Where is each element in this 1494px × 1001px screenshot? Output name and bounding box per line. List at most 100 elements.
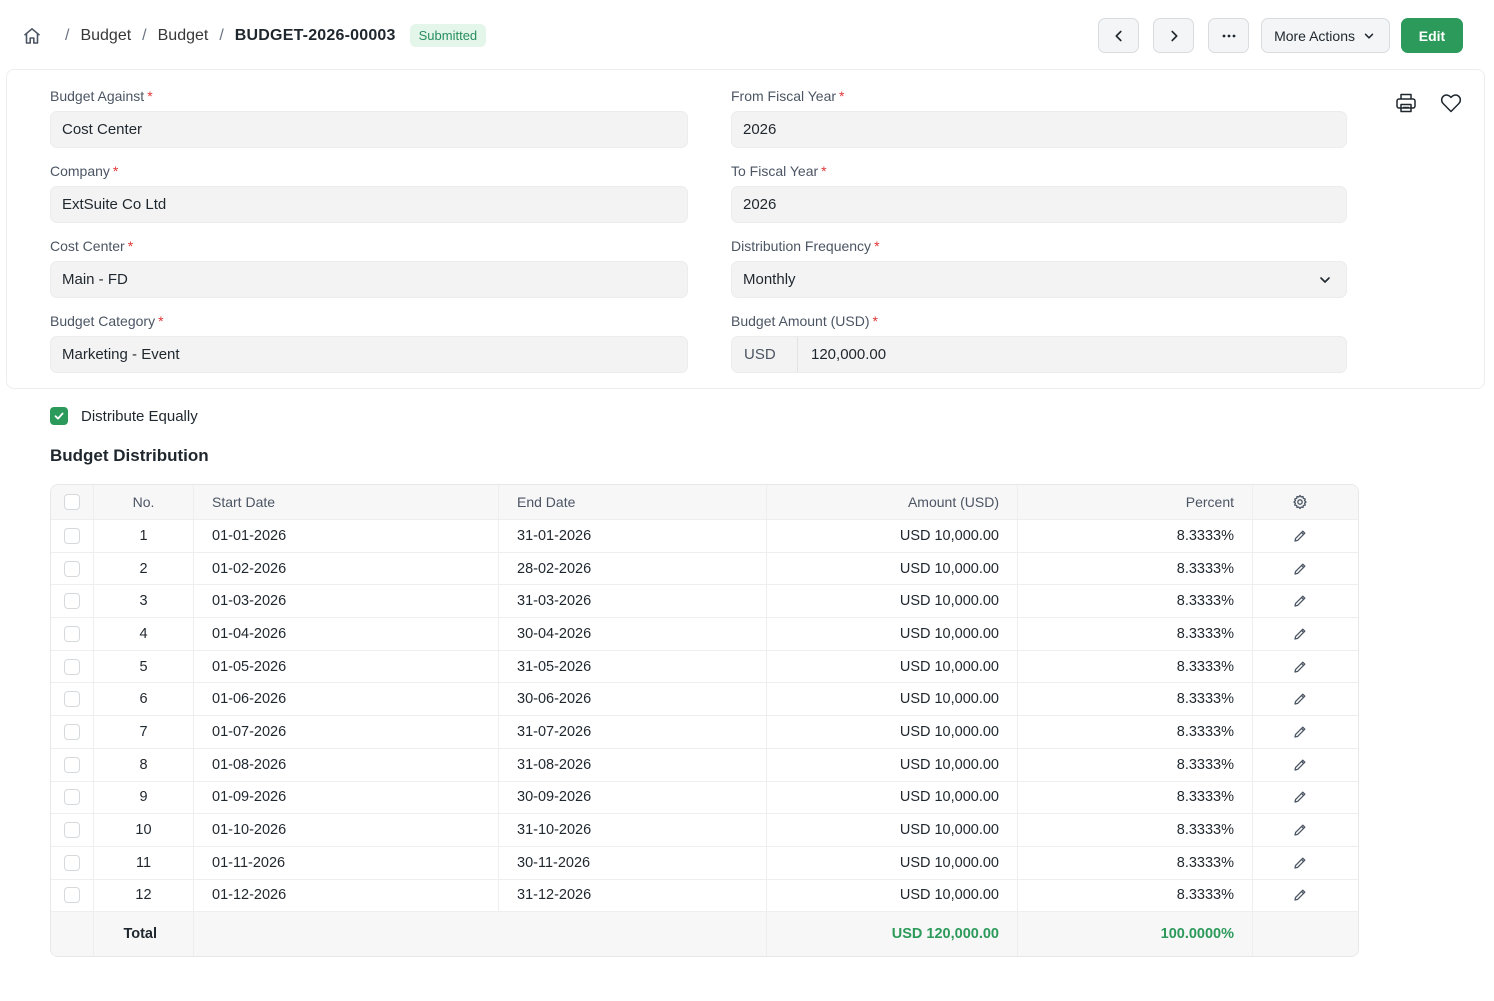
heart-icon[interactable] [1438,90,1464,116]
row-percent[interactable]: 8.3333% [1018,781,1253,814]
row-checkbox[interactable] [64,658,80,675]
edit-pencil-icon[interactable] [1293,856,1307,870]
row-amount[interactable]: USD 10,000.00 [767,650,1018,683]
from-fiscal-year-field[interactable]: 2026 [731,111,1347,148]
row-percent[interactable]: 8.3333% [1018,716,1253,748]
row-percent[interactable]: 8.3333% [1018,683,1253,716]
table-row[interactable]: 12 01-12-2026 31-12-2026 USD 10,000.00 8.333… [51,879,1358,913]
row-checkbox[interactable] [64,854,80,871]
row-percent[interactable]: 8.3333% [1018,846,1253,879]
row-start-date[interactable]: 01-05-2026 [194,650,499,683]
next-button[interactable] [1153,18,1195,53]
previous-button[interactable] [1098,18,1140,53]
row-amount[interactable]: USD 10,000.00 [767,716,1018,748]
edit-pencil-icon[interactable] [1293,562,1307,576]
row-end-date[interactable]: 31-01-2026 [499,520,767,552]
row-checkbox[interactable] [64,527,80,544]
distribute-equally-checkbox[interactable]: Distribute Equally [50,407,198,425]
row-amount[interactable]: USD 10,000.00 [767,585,1018,618]
row-start-date[interactable]: 01-09-2026 [194,781,499,814]
edit-pencil-icon[interactable] [1293,660,1307,674]
table-row[interactable]: 8 01-08-2026 31-08-2026 USD 10,000.00 8.3333… [51,748,1358,782]
row-end-date[interactable]: 31-03-2026 [499,585,767,618]
table-row[interactable]: 2 01-02-2026 28-02-2026 USD 10,000.00 8.3333… [51,552,1358,586]
edit-pencil-icon[interactable] [1293,529,1307,543]
checkbox-checked-icon[interactable] [50,407,68,425]
table-row[interactable]: 7 01-07-2026 31-07-2026 USD 10,000.00 8.3333… [51,716,1358,749]
row-end-date[interactable]: 31-08-2026 [499,748,767,781]
menu-button[interactable] [1208,18,1250,53]
row-start-date[interactable]: 01-06-2026 [194,683,499,716]
row-start-date[interactable]: 01-04-2026 [194,618,499,650]
row-end-date[interactable]: 31-10-2026 [499,814,767,846]
table-row[interactable]: 3 01-03-2026 31-03-2026 USD 10,000.00 8.3333… [51,585,1358,619]
gear-icon[interactable] [1292,494,1308,510]
row-amount[interactable]: USD 10,000.00 [767,520,1018,552]
table-row[interactable]: 6 01-06-2026 30-06-2026 USD 10,000.00 8.3333… [51,683,1358,717]
row-start-date[interactable]: 01-07-2026 [194,716,499,748]
table-row[interactable]: 10 01-10-2026 31-10-2026 USD 10,000.00 8.333… [51,814,1358,847]
row-end-date[interactable]: 30-06-2026 [499,683,767,716]
row-checkbox[interactable] [64,756,80,773]
row-start-date[interactable]: 01-01-2026 [194,520,499,552]
row-start-date[interactable]: 01-10-2026 [194,814,499,846]
distribution-frequency-select[interactable]: Monthly [731,261,1347,298]
edit-pencil-icon[interactable] [1293,594,1307,608]
to-fiscal-year-field[interactable]: 2026 [731,186,1347,223]
edit-pencil-icon[interactable] [1293,692,1307,706]
home-icon[interactable] [22,26,42,46]
breadcrumb-budget-list[interactable]: Budget [158,27,209,45]
row-amount[interactable]: USD 10,000.00 [767,618,1018,650]
row-checkbox[interactable] [64,887,80,904]
row-percent[interactable]: 8.3333% [1018,748,1253,781]
edit-pencil-icon[interactable] [1293,888,1307,902]
row-checkbox[interactable] [64,625,80,642]
row-end-date[interactable]: 30-04-2026 [499,618,767,650]
row-amount[interactable]: USD 10,000.00 [767,748,1018,781]
row-percent[interactable]: 8.3333% [1018,585,1253,618]
row-end-date[interactable]: 30-11-2026 [499,846,767,879]
row-percent[interactable]: 8.3333% [1018,814,1253,846]
company-field[interactable]: ExtSuite Co Ltd [50,186,688,223]
breadcrumb-budget-module[interactable]: Budget [80,27,131,45]
row-percent[interactable]: 8.3333% [1018,552,1253,585]
row-end-date[interactable]: 30-09-2026 [499,781,767,814]
row-checkbox[interactable] [64,560,80,577]
row-amount[interactable]: USD 10,000.00 [767,683,1018,716]
table-row[interactable]: 4 01-04-2026 30-04-2026 USD 10,000.00 8.3333… [51,618,1358,651]
more-actions-button[interactable]: More Actions [1261,18,1390,53]
row-amount[interactable]: USD 10,000.00 [767,879,1018,912]
edit-pencil-icon[interactable] [1293,823,1307,837]
row-end-date[interactable]: 31-12-2026 [499,879,767,912]
row-start-date[interactable]: 01-11-2026 [194,846,499,879]
row-percent[interactable]: 8.3333% [1018,650,1253,683]
row-start-date[interactable]: 01-03-2026 [194,585,499,618]
row-amount[interactable]: USD 10,000.00 [767,781,1018,814]
print-icon[interactable] [1393,90,1419,116]
row-amount[interactable]: USD 10,000.00 [767,552,1018,585]
row-start-date[interactable]: 01-02-2026 [194,552,499,585]
row-end-date[interactable]: 28-02-2026 [499,552,767,585]
budget-against-field[interactable]: Cost Center [50,111,688,148]
table-row[interactable]: 1 01-01-2026 31-01-2026 USD 10,000.00 8.3333… [51,520,1358,553]
row-start-date[interactable]: 01-08-2026 [194,748,499,781]
row-amount[interactable]: USD 10,000.00 [767,846,1018,879]
budget-category-field[interactable]: Marketing - Event [50,336,688,373]
row-percent[interactable]: 8.3333% [1018,618,1253,650]
edit-button[interactable]: Edit [1401,18,1463,53]
edit-pencil-icon[interactable] [1293,627,1307,641]
row-checkbox[interactable] [64,789,80,806]
row-checkbox[interactable] [64,822,80,839]
row-percent[interactable]: 8.3333% [1018,879,1253,912]
row-percent[interactable]: 8.3333% [1018,520,1253,552]
table-row[interactable]: 9 01-09-2026 30-09-2026 USD 10,000.00 8.3333… [51,781,1358,815]
row-end-date[interactable]: 31-05-2026 [499,650,767,683]
table-row[interactable]: 11 01-11-2026 30-11-2026 USD 10,000.00 8.333… [51,846,1358,880]
table-row[interactable]: 5 01-05-2026 31-05-2026 USD 10,000.00 8.3333… [51,650,1358,684]
edit-pencil-icon[interactable] [1293,758,1307,772]
edit-pencil-icon[interactable] [1293,790,1307,804]
row-checkbox[interactable] [64,723,80,740]
row-start-date[interactable]: 01-12-2026 [194,879,499,912]
row-end-date[interactable]: 31-07-2026 [499,716,767,748]
select-all-checkbox[interactable] [64,494,80,510]
